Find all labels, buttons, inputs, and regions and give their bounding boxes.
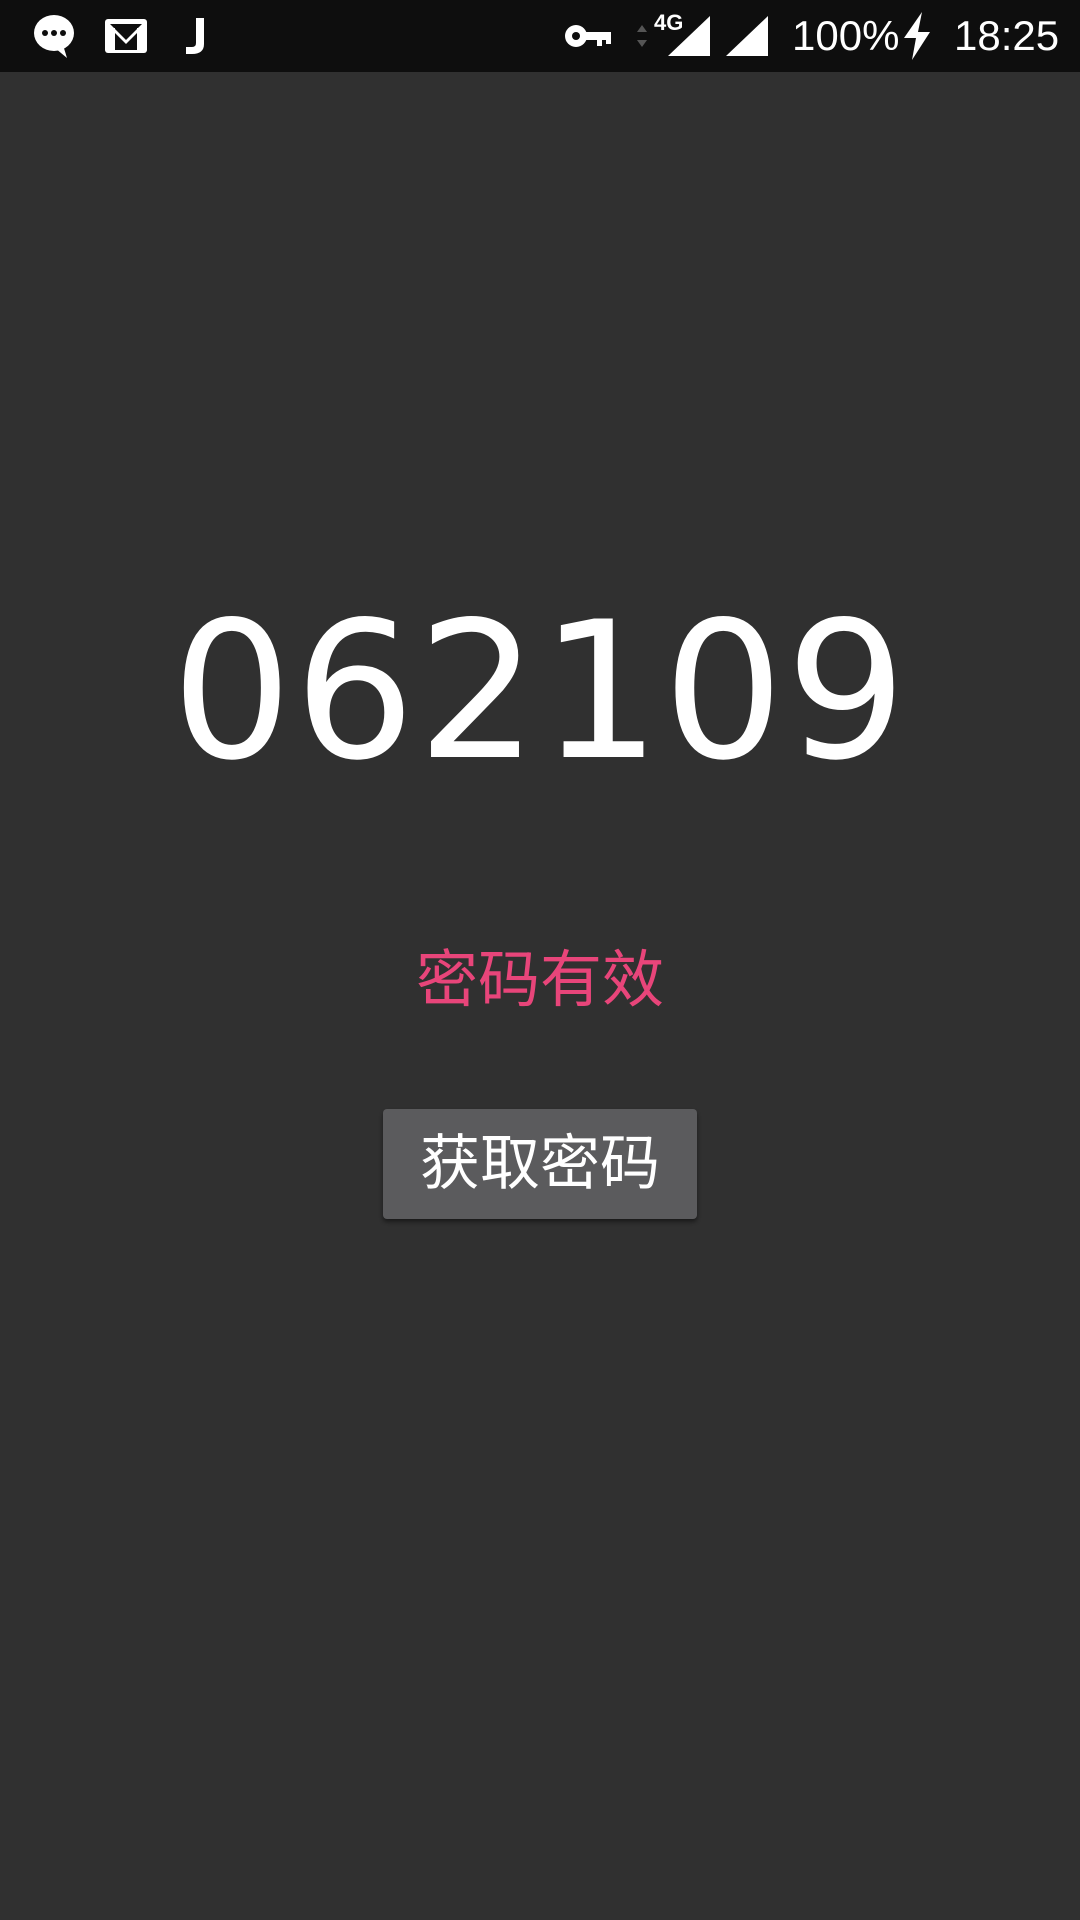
status-bar: 4G 100% 18:25 — [0, 0, 1080, 72]
password-status-text: 密码有效 — [415, 943, 664, 1016]
vpn-key-icon — [564, 0, 612, 72]
gmail-icon — [104, 0, 148, 72]
clock: 18:25 — [954, 12, 1060, 59]
main-content: 062109 密码有效 获取密码 — [0, 72, 1080, 1920]
charging-bolt-icon — [898, 0, 936, 72]
chat-bubble-icon — [32, 0, 76, 72]
get-password-button[interactable]: 获取密码 — [383, 1109, 697, 1219]
battery-percentage: 100% — [792, 12, 900, 59]
signal-icon — [724, 0, 768, 72]
j-app-icon — [180, 0, 210, 72]
password-code: 062109 — [171, 581, 909, 802]
signal-icon — [666, 0, 710, 72]
data-arrows-icon — [634, 0, 650, 72]
